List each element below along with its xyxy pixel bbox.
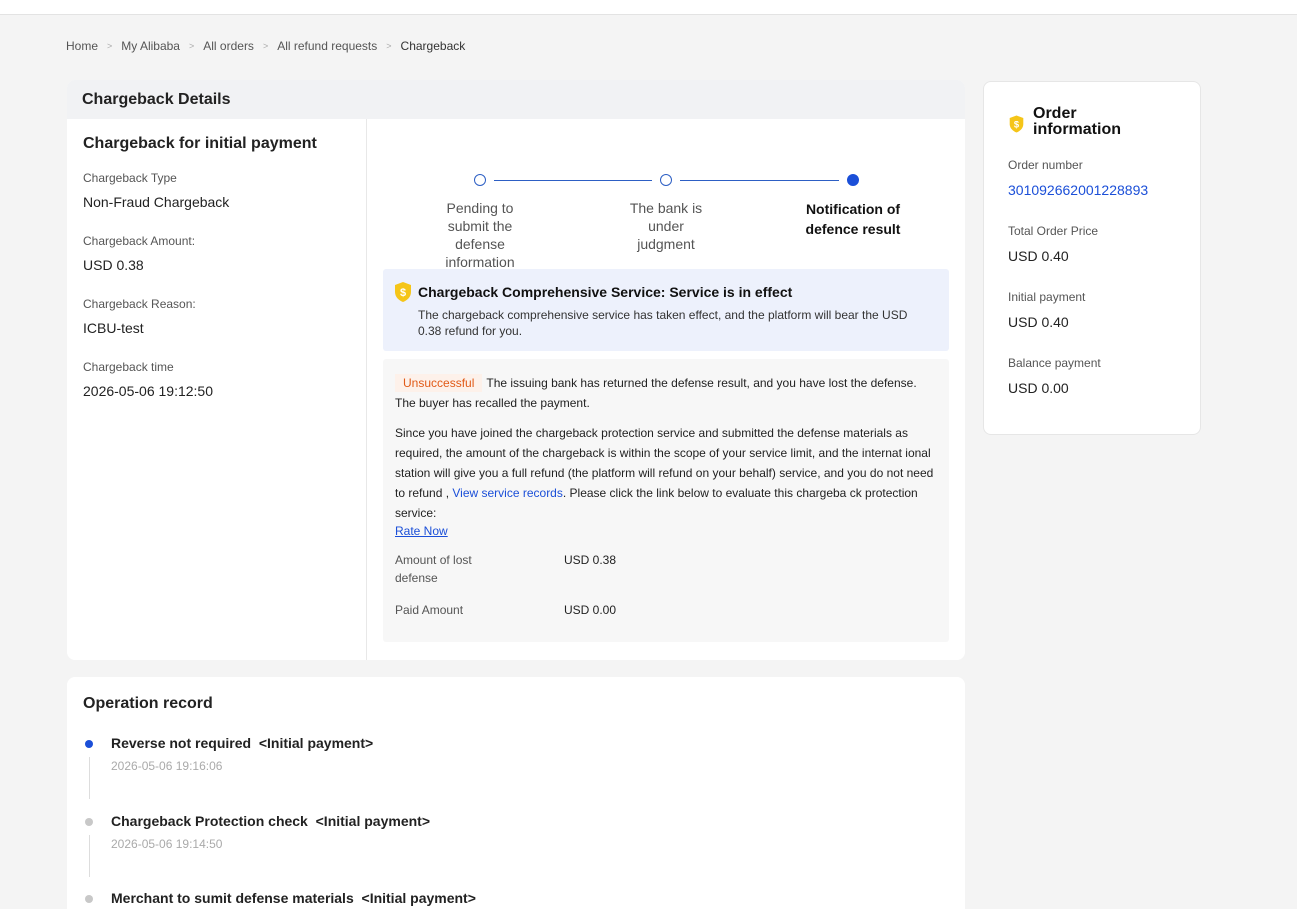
- field-label: Chargeback Amount:: [83, 234, 196, 248]
- amount-value: USD 0.00: [564, 603, 617, 617]
- operation-title: Chargeback Protection check <Initial pay…: [111, 813, 430, 829]
- breadcrumb-all-orders[interactable]: All orders: [203, 39, 254, 53]
- field-value: ICBU-test: [83, 320, 144, 336]
- chevron-right-icon: >: [107, 41, 113, 51]
- status-badge: Unsuccessful: [395, 374, 483, 392]
- step-dot: [660, 174, 672, 186]
- service-title-row: $ Chargeback Comprehensive Service: Serv…: [393, 281, 949, 303]
- chevron-right-icon: >: [386, 41, 392, 51]
- service-description: The chargeback comprehensive service has…: [418, 308, 908, 338]
- operation-title: Merchant to sumit defense materials <Ini…: [111, 890, 476, 906]
- service-title: Chargeback Comprehensive Service: Servic…: [418, 284, 793, 300]
- view-service-records-link[interactable]: View service records: [452, 486, 562, 500]
- breadcrumb-home[interactable]: Home: [66, 39, 98, 53]
- chevron-right-icon: >: [262, 41, 269, 51]
- chevron-right-icon: >: [188, 41, 195, 51]
- result-explanation: Since you have joined the chargeback pro…: [395, 423, 937, 523]
- operation-time: 2026-05-06 19:16:06: [111, 759, 223, 773]
- initial-payment-value: USD 0.40: [1008, 314, 1069, 330]
- breadcrumb-my-alibaba[interactable]: My Alibaba: [121, 39, 180, 53]
- svg-text:$: $: [400, 287, 406, 299]
- total-order-price-value: USD 0.40: [1008, 248, 1069, 264]
- svg-text:$: $: [1014, 119, 1020, 129]
- section-title: Chargeback for initial payment: [83, 135, 317, 152]
- step-bank-judgment: The bank is under judgment: [606, 174, 726, 253]
- amount-label: Amount of lost defense: [395, 553, 472, 585]
- order-title: Order information: [1033, 105, 1121, 138]
- chargeback-progress: Pending to submit the defense informatio…: [383, 119, 949, 660]
- total-order-price-label: Total Order Price: [1008, 224, 1099, 238]
- operation-record-title: Operation record: [83, 695, 213, 712]
- top-bar: [0, 0, 1297, 15]
- timeline-line: [89, 835, 90, 877]
- chargeback-details-card: Chargeback Details Chargeback for initia…: [67, 80, 965, 660]
- timeline-line: [89, 757, 90, 799]
- step-label: The bank is under judgment: [629, 200, 703, 252]
- step-label: Pending to submit the defense informatio…: [445, 200, 515, 270]
- timeline-dot: [85, 895, 93, 903]
- field-chargeback-amount: Chargeback Amount: USD 0.38: [83, 234, 350, 273]
- step-label: Notification of defence result: [805, 201, 901, 237]
- timeline-dot: [85, 818, 93, 826]
- shield-dollar-icon: $: [1009, 115, 1024, 133]
- field-label: Chargeback Reason:: [83, 297, 196, 311]
- operation-title: Reverse not required <Initial payment>: [111, 735, 374, 751]
- field-chargeback-reason: Chargeback Reason: ICBU-test: [83, 297, 350, 336]
- operation-time: 2026-05-06 19:14:50: [111, 837, 223, 851]
- amount-label: Paid Amount: [395, 603, 464, 617]
- field-value: USD 0.38: [83, 257, 144, 273]
- chargeback-summary: Chargeback for initial payment Chargebac…: [67, 119, 367, 660]
- order-header: $ Order information: [1008, 106, 1176, 138]
- field-chargeback-time: Chargeback time 2026-05-06 19:12:50: [83, 360, 350, 399]
- rate-now-link[interactable]: Rate Now: [395, 521, 937, 541]
- service-notice: $ Chargeback Comprehensive Service: Serv…: [383, 269, 949, 351]
- field-value: 2026-05-06 19:12:50: [83, 383, 213, 399]
- step-dot: [474, 174, 486, 186]
- field-label: Chargeback time: [83, 360, 174, 374]
- initial-payment-label: Initial payment: [1008, 290, 1086, 304]
- timeline-dot-active: [85, 740, 93, 748]
- field-chargeback-type: Chargeback Type Non-Fraud Chargeback: [83, 171, 350, 210]
- breadcrumb: Home > My Alibaba > All orders > All ref…: [66, 39, 465, 53]
- chargeback-details-header: Chargeback Details: [67, 80, 965, 119]
- step-dot-active: [847, 174, 859, 186]
- step-defence-result: Notification of defence result: [793, 174, 913, 239]
- order-information-card: $ Order information Order number 3010926…: [983, 81, 1201, 435]
- shield-dollar-icon: $: [395, 282, 411, 302]
- step-pending-submit: Pending to submit the defense informatio…: [420, 174, 540, 271]
- balance-payment-label: Balance payment: [1008, 356, 1101, 370]
- field-value: Non-Fraud Chargeback: [83, 194, 230, 210]
- breadcrumb-current: Chargeback: [400, 39, 466, 53]
- breadcrumb-all-refund-requests[interactable]: All refund requests: [277, 39, 377, 53]
- balance-payment-value: USD 0.00: [1008, 380, 1069, 396]
- field-label: Chargeback Type: [83, 171, 177, 185]
- operation-record-card: Operation record Reverse not required <I…: [67, 677, 965, 909]
- order-number-label: Order number: [1008, 158, 1083, 172]
- order-number-link[interactable]: 301092662001228893: [1008, 182, 1176, 198]
- amount-row-lost-defense: Amount of lost defense USD 0.38: [395, 551, 937, 587]
- amount-row-paid: Paid Amount USD 0.00: [395, 601, 937, 619]
- result-status-line: Unsuccessful The issuing bank has returne…: [395, 373, 937, 413]
- defense-result: Unsuccessful The issuing bank has returne…: [383, 359, 949, 642]
- progress-steps: Pending to submit the defense informatio…: [383, 147, 949, 270]
- amount-value: USD 0.38: [564, 553, 617, 567]
